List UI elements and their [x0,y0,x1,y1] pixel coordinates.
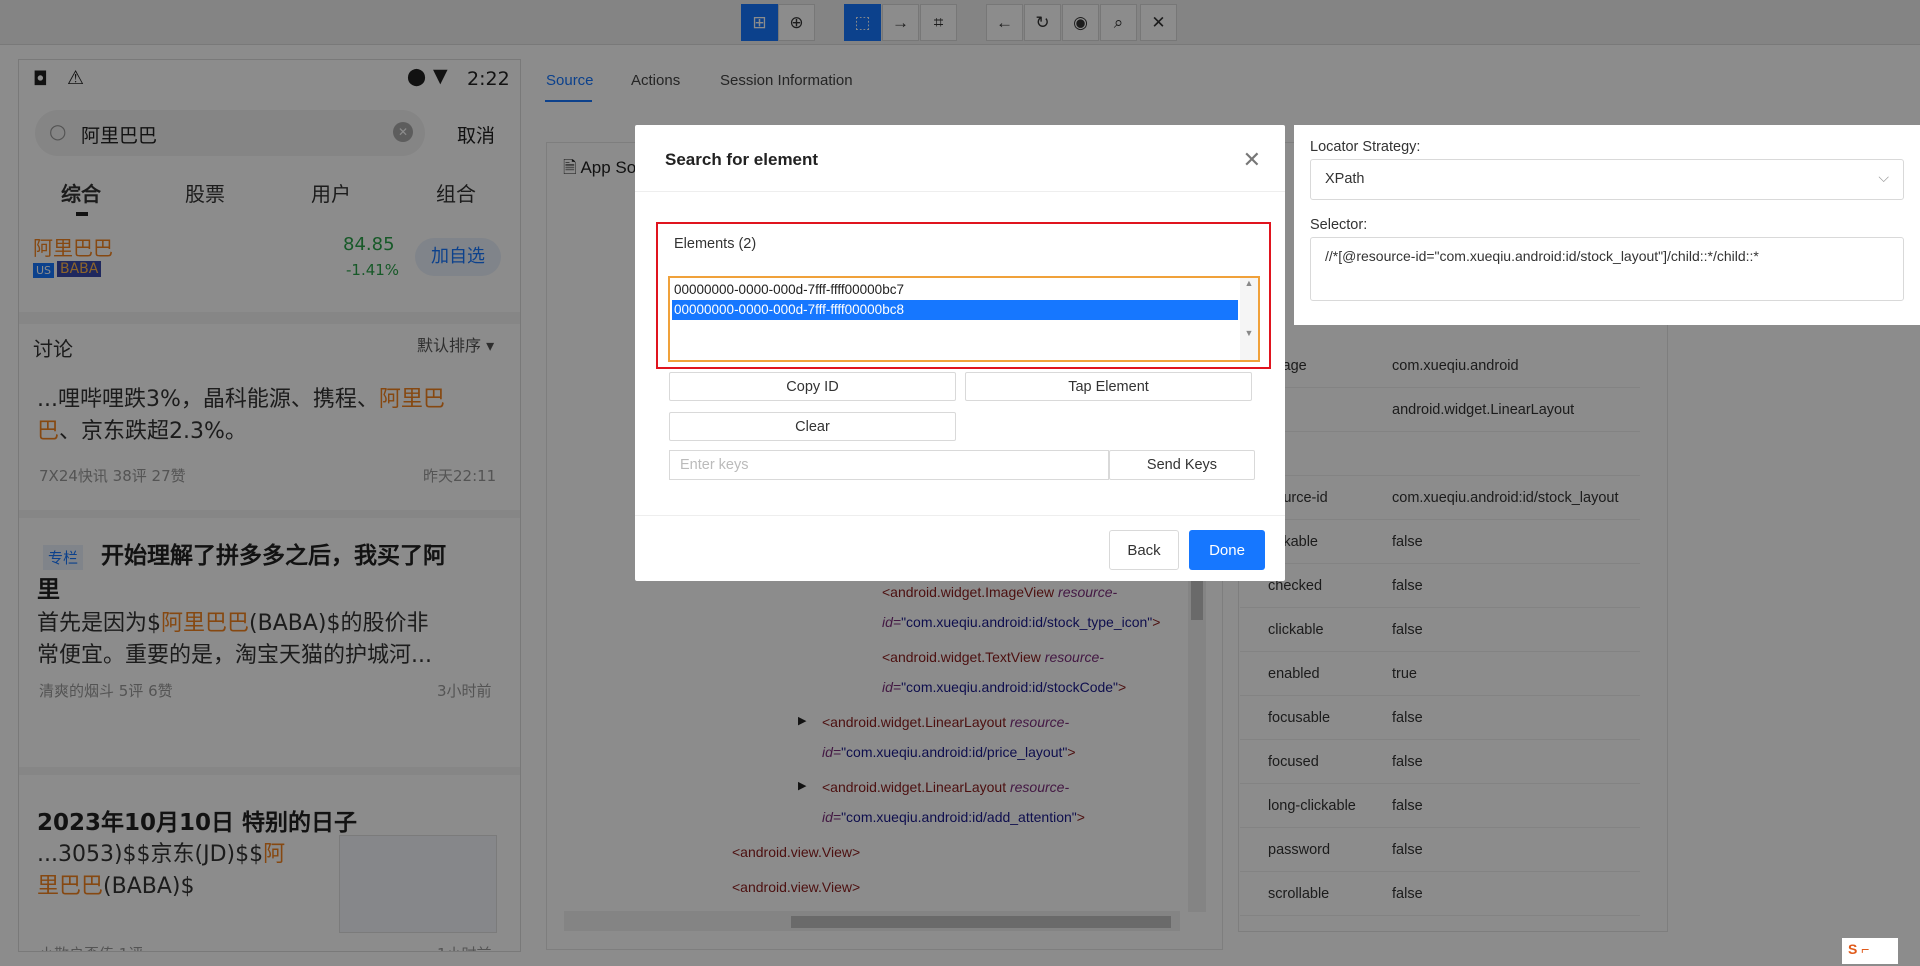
locator-panel: Locator Strategy: XPath ⌵ Selector: //*[… [1294,125,1920,325]
copy-id-button[interactable]: Copy ID [669,372,956,401]
locator-strategy-value: XPath [1325,171,1365,187]
clear-button[interactable]: Clear [669,412,956,441]
tap-element-button[interactable]: Tap Element [965,372,1252,401]
dialog-title: Search for element [665,150,819,169]
element-option[interactable]: 00000000-0000-000d-7fff-ffff00000bc7 [672,280,1238,300]
search-element-dialog: Search for element ✕ Elements (2) 000000… [635,125,1285,581]
done-button[interactable]: Done [1189,530,1265,570]
ime-logo-icon[interactable]: S ⌐ [1842,938,1898,964]
locator-strategy-label: Locator Strategy: [1310,139,1421,155]
elements-count-label: Elements (2) [674,236,757,252]
elements-listbox[interactable]: 00000000-0000-000d-7fff-ffff00000bc7 000… [668,276,1260,362]
selector-input[interactable]: //*[@resource-id="com.xueqiu.android:id/… [1310,237,1904,301]
send-keys-button[interactable]: Send Keys [1109,450,1255,480]
dialog-header: Search for element ✕ [635,125,1285,192]
elements-section: Elements (2) 00000000-0000-000d-7fff-fff… [656,222,1271,369]
element-option-selected[interactable]: 00000000-0000-000d-7fff-ffff00000bc8 [672,300,1238,320]
listbox-scrollbar[interactable]: ▲ ▼ [1240,278,1258,360]
selector-label: Selector: [1310,217,1368,233]
close-icon[interactable]: ✕ [1243,147,1261,173]
enter-keys-input[interactable]: Enter keys [669,450,1109,480]
locator-strategy-select[interactable]: XPath ⌵ [1310,159,1904,200]
dialog-footer: Back Done [635,515,1285,581]
chevron-down-icon: ⌵ [1878,169,1889,185]
back-button[interactable]: Back [1109,530,1179,570]
